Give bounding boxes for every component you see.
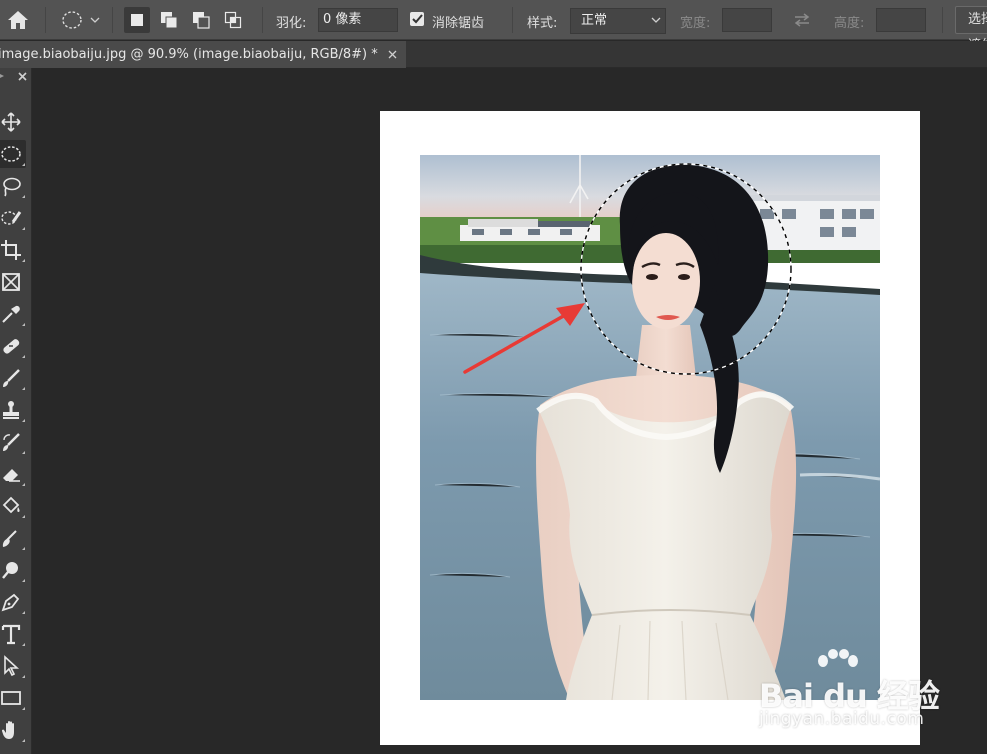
move-tool-icon xyxy=(1,112,21,132)
select-and-mask-button[interactable]: 选择并遮住 xyxy=(955,6,987,53)
feather-label: 羽化: xyxy=(276,16,307,31)
clone-stamp-tool-icon xyxy=(3,401,19,419)
divider xyxy=(45,7,46,33)
type-tool-icon xyxy=(1,624,21,645)
intersect-selection-button[interactable] xyxy=(220,7,246,33)
close-tab-button[interactable] xyxy=(388,50,397,59)
buildings-left xyxy=(460,219,600,241)
style-select[interactable]: 正常 xyxy=(570,8,666,34)
quick-selection-tool[interactable] xyxy=(0,204,26,232)
close-icon[interactable] xyxy=(18,71,27,81)
width-input[interactable] xyxy=(722,8,772,32)
lasso-tool[interactable] xyxy=(0,172,26,200)
frame-tool-icon xyxy=(2,273,20,291)
path-selection-tool-icon xyxy=(4,655,20,677)
options-bar: 羽化: 0 像素 消除锯齿 样式: 正常 宽度: 高度: 选择并遮住 xyxy=(0,0,987,53)
rectangle-tool-icon xyxy=(1,691,21,705)
document-tab-bar: image.biaobaiju.jpg @ 90.9% (image.biaob… xyxy=(0,41,987,68)
home-button[interactable] xyxy=(4,6,32,34)
document-tab-title: image.biaobaiju.jpg @ 90.9% (image.biaob… xyxy=(0,47,378,62)
checkmark-icon xyxy=(411,14,423,24)
subtract-from-selection-button[interactable] xyxy=(188,7,214,33)
healing-brush-tool-icon xyxy=(3,339,20,354)
move-tool[interactable] xyxy=(0,108,26,136)
rectangle-tool[interactable] xyxy=(0,684,26,712)
brush-tool[interactable] xyxy=(0,364,26,392)
intersect-selection-icon xyxy=(224,11,242,29)
paint-bucket-tool-icon xyxy=(2,496,20,514)
eraser-tool[interactable] xyxy=(0,460,26,488)
blur-tool[interactable] xyxy=(0,524,26,552)
new-selection-button[interactable] xyxy=(124,7,150,33)
chevron-down-icon xyxy=(90,17,100,23)
width-label: 宽度: xyxy=(680,16,711,31)
history-brush-tool[interactable] xyxy=(0,428,26,456)
eraser-tool-icon xyxy=(3,469,20,482)
divider xyxy=(942,7,943,33)
add-to-selection-button[interactable] xyxy=(156,7,182,33)
hand-tool[interactable] xyxy=(0,716,26,744)
healing-brush-tool[interactable] xyxy=(0,332,26,360)
history-brush-tool-icon xyxy=(3,433,20,451)
height-input[interactable] xyxy=(876,8,926,32)
elliptical-marquee-tool[interactable] xyxy=(0,140,26,168)
frame-tool[interactable] xyxy=(0,268,26,296)
eyedropper-tool-icon xyxy=(2,305,20,323)
crop-tool[interactable] xyxy=(0,236,26,264)
feather-input[interactable]: 0 像素 xyxy=(318,8,398,32)
document-tab[interactable]: image.biaobaiju.jpg @ 90.9% (image.biaob… xyxy=(0,41,406,68)
divider xyxy=(262,7,263,33)
photo-layer[interactable] xyxy=(420,155,880,700)
quick-selection-tool-icon xyxy=(1,211,22,225)
antialias-label: 消除锯齿 xyxy=(432,16,485,31)
right-eye xyxy=(678,274,690,280)
dodge-tool[interactable] xyxy=(0,556,26,584)
new-selection-icon xyxy=(131,14,143,26)
tools-panel-header xyxy=(0,68,32,84)
swap-dimensions-button[interactable] xyxy=(790,9,814,31)
tool-preset-picker[interactable] xyxy=(56,7,104,33)
clone-stamp-tool[interactable] xyxy=(0,396,26,424)
close-icon xyxy=(388,50,397,59)
paint-bucket-tool[interactable] xyxy=(0,492,26,520)
divider xyxy=(112,7,113,33)
hand-tool-icon xyxy=(1,720,14,739)
lasso-tool-icon xyxy=(3,177,21,197)
home-icon xyxy=(8,11,28,29)
face xyxy=(632,233,700,329)
elliptical-marquee-icon xyxy=(62,11,82,29)
style-select-value: 正常 xyxy=(581,13,608,28)
type-tool[interactable] xyxy=(0,620,26,648)
divider xyxy=(512,7,513,33)
panel-grip-icon[interactable] xyxy=(0,73,4,79)
eyedropper-tool[interactable] xyxy=(0,300,26,328)
pen-tool[interactable] xyxy=(0,588,26,616)
baidu-jingyan-watermark: Bai du 经验 jingyan.baidu.com xyxy=(755,645,987,741)
crop-tool-icon xyxy=(1,240,21,260)
swap-arrows-icon xyxy=(794,13,810,27)
add-to-selection-icon xyxy=(161,12,178,29)
dodge-tool-icon xyxy=(2,562,18,579)
left-eye xyxy=(646,274,658,280)
elliptical-marquee-tool-icon xyxy=(1,146,21,162)
watermark-url: jingyan.baidu.com xyxy=(759,709,925,729)
blur-tool-icon xyxy=(2,530,17,547)
antialias-checkbox[interactable] xyxy=(410,12,424,26)
style-label: 样式: xyxy=(527,16,558,31)
buildings-right xyxy=(750,195,880,250)
pen-tool-icon xyxy=(1,593,20,612)
brush-tool-icon xyxy=(3,369,20,387)
subtract-from-selection-icon xyxy=(193,12,210,29)
path-selection-tool[interactable] xyxy=(0,652,26,680)
chevron-down-icon xyxy=(651,17,661,23)
height-label: 高度: xyxy=(834,16,865,31)
tools-panel xyxy=(0,68,32,754)
